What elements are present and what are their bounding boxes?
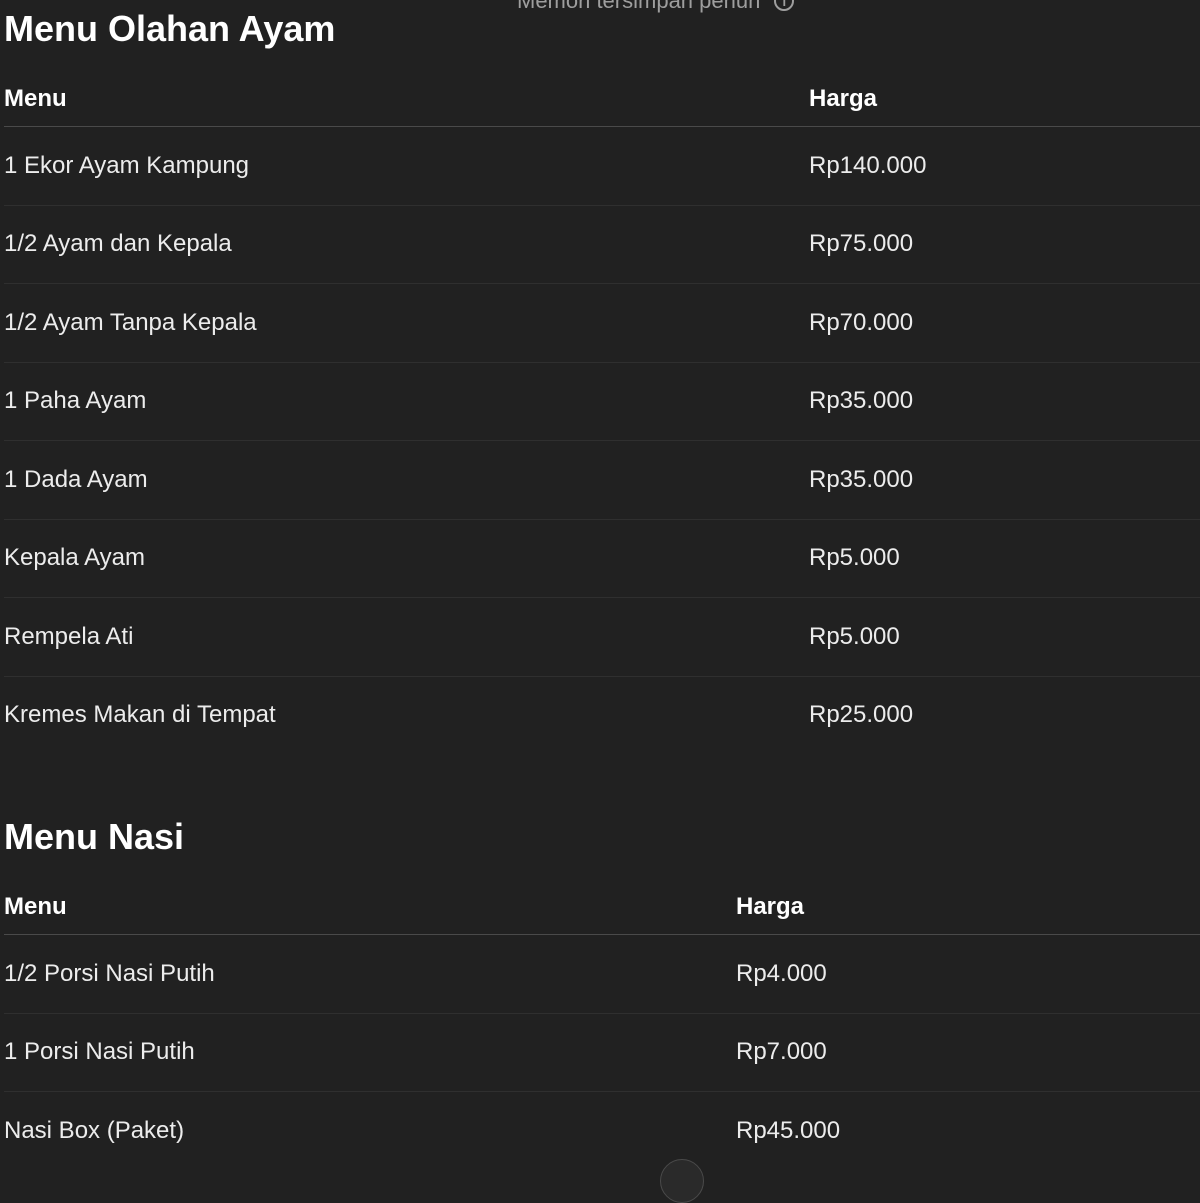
table-row: Nasi Box (Paket) Rp45.000: [4, 1092, 1200, 1170]
menu-item-name: Rempela Ati: [4, 597, 809, 677]
menu-item-price: Rp4.000: [736, 934, 1200, 1014]
menu-item-price: Rp35.000: [809, 362, 1200, 441]
menu-item-price: Rp75.000: [809, 205, 1200, 284]
table-row: 1 Ekor Ayam Kampung Rp140.000: [4, 126, 1200, 206]
column-header-menu: Menu: [4, 72, 809, 127]
menu-item-price: Rp5.000: [809, 597, 1200, 677]
menu-item-name: Nasi Box (Paket): [4, 1116, 185, 1144]
menu-item-name: Kepala Ayam: [4, 519, 809, 598]
table-row: 1/2 Ayam dan Kepala Rp75.000: [4, 205, 1200, 284]
table-row: 1/2 Ayam Tanpa Kepala Rp70.000: [4, 283, 1200, 363]
menu-item-price: Rp25.000: [809, 701, 914, 729]
menu-item-price: Rp140.000: [809, 126, 1200, 206]
table-row: 1/2 Porsi Nasi Putih Rp4.000: [4, 934, 1200, 1014]
table-row: Kepala Ayam Rp5.000: [4, 519, 1200, 598]
menu-item-price: Rp35.000: [809, 440, 1200, 520]
info-icon[interactable]: i: [774, 0, 795, 11]
menu-item-name: 1/2 Porsi Nasi Putih: [4, 934, 736, 1014]
menu-item-name: 1 Porsi Nasi Putih: [4, 1013, 736, 1092]
table-row: Rempela Ati Rp5.000: [4, 597, 1200, 677]
memory-full-banner[interactable]: Memori tersimpan penuh i: [517, 0, 795, 16]
menu-item-name: 1 Dada Ayam: [4, 440, 809, 520]
menu-item-price: Rp7.000: [736, 1013, 1200, 1092]
menu-item-name: Kremes Makan di Tempat: [4, 701, 276, 729]
menu-item-name: 1/2 Ayam Tanpa Kepala: [4, 283, 809, 363]
column-header-harga: Harga: [736, 880, 1200, 935]
table-row: 1 Dada Ayam Rp35.000: [4, 440, 1200, 520]
menu-item-price: Rp70.000: [809, 283, 1200, 363]
menu-item-name: 1 Ekor Ayam Kampung: [4, 126, 809, 206]
section-title: Menu Olahan Ayam: [4, 8, 336, 49]
menu-item-name: 1 Paha Ayam: [4, 362, 809, 441]
table-row: Kremes Makan di Tempat Rp25.000: [4, 676, 1200, 754]
menu-item-price: Rp5.000: [809, 519, 1200, 598]
menu-item-price: Rp45.000: [736, 1116, 841, 1144]
column-header-harga: Harga: [809, 72, 1200, 127]
menu-item-name: 1/2 Ayam dan Kepala: [4, 205, 809, 284]
table-row: 1 Paha Ayam Rp35.000: [4, 362, 1200, 441]
table-row: 1 Porsi Nasi Putih Rp7.000: [4, 1013, 1200, 1092]
section-title: Menu Nasi: [4, 816, 185, 857]
menu-table-ayam: Menu Harga 1 Ekor Ayam Kampung Rp140.000…: [4, 72, 1200, 754]
memory-full-text: Memori tersimpan penuh: [517, 0, 761, 13]
menu-table-nasi: Menu Harga 1/2 Porsi Nasi Putih Rp4.000 …: [4, 880, 1200, 1170]
scroll-down-button[interactable]: [660, 1159, 704, 1203]
table-header-row: Menu Harga: [4, 72, 1200, 127]
table-header-row: Menu Harga: [4, 880, 1200, 935]
column-header-menu: Menu: [4, 880, 736, 935]
